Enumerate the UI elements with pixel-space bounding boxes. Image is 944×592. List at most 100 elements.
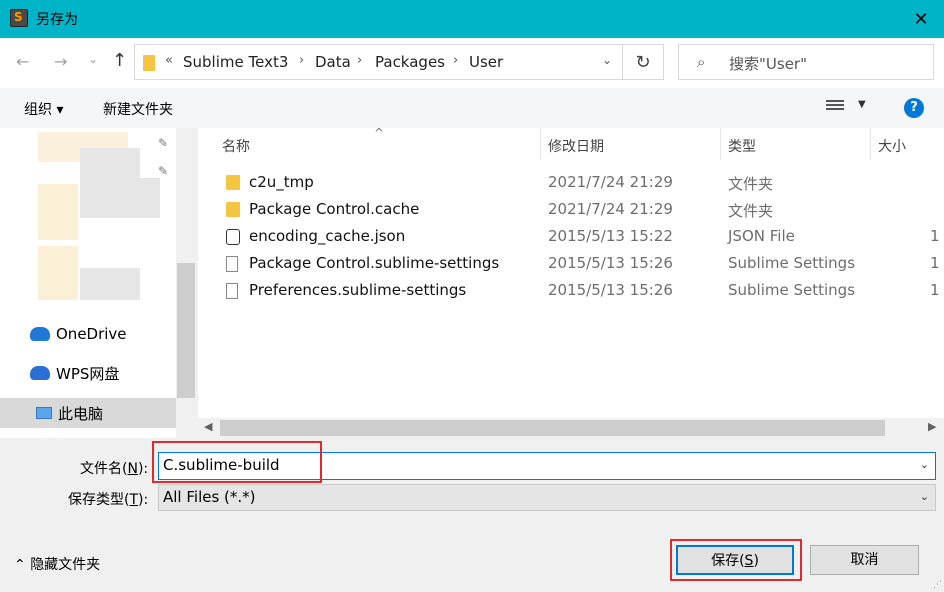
file-date: 2015/5/13 15:26 xyxy=(548,281,673,299)
file-name: c2u_tmp xyxy=(249,173,314,191)
breadcrumb-overflow[interactable]: « xyxy=(165,53,173,68)
breadcrumb-separator[interactable]: › xyxy=(453,53,458,68)
column-header-size[interactable]: 大小 xyxy=(878,136,906,156)
file-type: 文件夹 xyxy=(728,175,774,193)
sidebar-item-label: WPS网盘 xyxy=(56,364,120,383)
navigation-scrollbar-thumb[interactable] xyxy=(177,263,195,398)
filename-label-suffix: ): xyxy=(137,461,149,477)
view-dropdown-icon[interactable]: ▼ xyxy=(858,99,866,110)
scroll-right-icon[interactable]: ▶ xyxy=(928,420,936,433)
file-date: 2021/7/24 21:29 xyxy=(548,200,673,218)
navigation-pane: ✎ ✎ OneDrive WPS网盘 此电脑 xyxy=(0,128,196,438)
close-button[interactable]: ✕ xyxy=(898,0,944,38)
resize-grip-icon[interactable]: ⋰ xyxy=(933,580,942,590)
new-folder-button[interactable]: 新建文件夹 xyxy=(103,99,173,119)
column-header-name[interactable]: 名称 xyxy=(222,136,250,156)
file-size: 1 xyxy=(930,254,940,272)
sidebar-item-label: OneDrive xyxy=(56,325,127,343)
breadcrumb-data[interactable]: Data xyxy=(315,53,351,71)
annotation-highlight-filename xyxy=(152,441,322,483)
chevron-down-icon[interactable]: ⌄ xyxy=(920,458,929,471)
file-size: 1 xyxy=(930,227,940,245)
column-divider[interactable] xyxy=(540,128,541,160)
search-input[interactable]: ⌕ 搜索"User" xyxy=(678,44,934,80)
file-name: encoding_cache.json xyxy=(249,227,406,245)
breadcrumb-separator[interactable]: › xyxy=(357,53,362,68)
blurred-quick-access xyxy=(38,246,78,300)
breadcrumb-sublime-text3[interactable]: Sublime Text3 xyxy=(183,53,288,71)
pin-icon[interactable]: ✎ xyxy=(158,164,168,178)
hide-folders-toggle[interactable]: ⌃ 隐藏文件夹 xyxy=(14,554,100,574)
file-icon xyxy=(226,256,238,272)
filename-label: 文件名(N): xyxy=(80,458,148,478)
filetype-select[interactable]: All Files (*.*) ⌄ xyxy=(158,484,936,511)
scroll-left-icon[interactable]: ◀ xyxy=(204,420,212,433)
breadcrumb-packages[interactable]: Packages xyxy=(375,53,445,71)
column-divider[interactable] xyxy=(720,128,721,160)
command-toolbar: 组织 ▾ 新建文件夹 ▼ ? xyxy=(0,88,944,128)
filetype-label-text: 保存类型( xyxy=(68,492,130,508)
file-type: Sublime Settings xyxy=(728,254,856,272)
filetype-value: All Files (*.*) xyxy=(163,488,256,506)
navigation-bar: ← → ⌄ ↑ « Sublime Text3 › Data › Package… xyxy=(0,38,944,88)
up-button[interactable]: ↑ xyxy=(112,50,127,71)
file-row[interactable]: encoding_cache.json 2015/5/13 15:22 JSON… xyxy=(198,223,944,250)
file-list: ^ 名称 修改日期 类型 大小 c2u_tmp 2021/7/24 21:29 … xyxy=(198,126,944,438)
recent-locations-button[interactable]: ⌄ xyxy=(88,52,98,66)
address-bar[interactable]: « Sublime Text3 › Data › Packages › User… xyxy=(134,44,623,80)
window-title: 另存为 xyxy=(36,12,78,28)
filename-label-text: 文件名( xyxy=(80,461,128,477)
organize-button[interactable]: 组织 ▾ xyxy=(24,99,63,119)
save-button[interactable]: 保存(S) xyxy=(676,545,794,575)
sidebar-item-this-pc[interactable]: 此电脑 xyxy=(36,399,103,427)
help-button[interactable]: ? xyxy=(904,98,924,118)
title-bar: 另存为 ✕ xyxy=(0,0,944,38)
file-date: 2015/5/13 15:26 xyxy=(548,254,673,272)
sidebar-item-wps-cloud[interactable]: WPS网盘 xyxy=(30,359,119,387)
file-size: 1 xyxy=(930,281,940,299)
column-header-type[interactable]: 类型 xyxy=(728,136,756,156)
file-row[interactable]: Preferences.sublime-settings 2015/5/13 1… xyxy=(198,277,944,304)
chevron-up-icon: ⌃ xyxy=(14,557,31,573)
view-options-icon[interactable] xyxy=(826,100,844,114)
chevron-down-icon[interactable]: ⌄ xyxy=(920,490,929,503)
file-type: 文件夹 xyxy=(728,202,774,220)
column-header-date[interactable]: 修改日期 xyxy=(548,136,604,156)
file-name: Preferences.sublime-settings xyxy=(249,281,467,299)
blurred-quick-access xyxy=(80,148,140,178)
save-button-suffix: ) xyxy=(753,553,759,569)
blurred-quick-access xyxy=(80,268,140,300)
blurred-quick-access xyxy=(38,184,78,240)
pin-icon[interactable]: ✎ xyxy=(158,136,168,150)
forward-button[interactable]: → xyxy=(54,52,67,71)
file-name: Package Control.cache xyxy=(249,200,420,218)
onedrive-cloud-icon xyxy=(30,327,50,341)
column-divider[interactable] xyxy=(870,128,871,160)
file-type: Sublime Settings xyxy=(728,281,856,299)
file-date: 2021/7/24 21:29 xyxy=(548,173,673,191)
chevron-down-icon[interactable]: ⌄ xyxy=(602,53,612,67)
breadcrumb-user[interactable]: User xyxy=(469,53,503,71)
save-button-label: 保存( xyxy=(711,553,745,569)
file-icon xyxy=(226,283,238,299)
computer-icon xyxy=(36,407,52,419)
filetype-label-suffix: ): xyxy=(138,492,149,508)
horizontal-scrollbar[interactable]: ◀ ▶ xyxy=(198,418,944,438)
file-row[interactable]: c2u_tmp 2021/7/24 21:29 文件夹 xyxy=(198,169,944,196)
breadcrumb-separator[interactable]: › xyxy=(299,53,304,68)
filename-label-accesskey: N xyxy=(127,461,138,477)
filetype-label: 保存类型(T): xyxy=(68,489,148,509)
refresh-button[interactable]: ↻ xyxy=(622,44,664,80)
hide-folders-label: 隐藏文件夹 xyxy=(30,557,101,573)
file-row[interactable]: Package Control.cache 2021/7/24 21:29 文件… xyxy=(198,196,944,223)
file-name: Package Control.sublime-settings xyxy=(249,254,500,272)
sublime-app-icon xyxy=(10,9,28,27)
wps-cloud-icon xyxy=(30,366,50,380)
folder-icon xyxy=(226,175,240,190)
cancel-button[interactable]: 取消 xyxy=(810,545,919,575)
sidebar-item-onedrive[interactable]: OneDrive xyxy=(30,320,127,348)
file-row[interactable]: Package Control.sublime-settings 2015/5/… xyxy=(198,250,944,277)
blurred-quick-access xyxy=(80,178,160,218)
back-button[interactable]: ← xyxy=(16,52,29,71)
horizontal-scrollbar-thumb[interactable] xyxy=(220,420,885,436)
